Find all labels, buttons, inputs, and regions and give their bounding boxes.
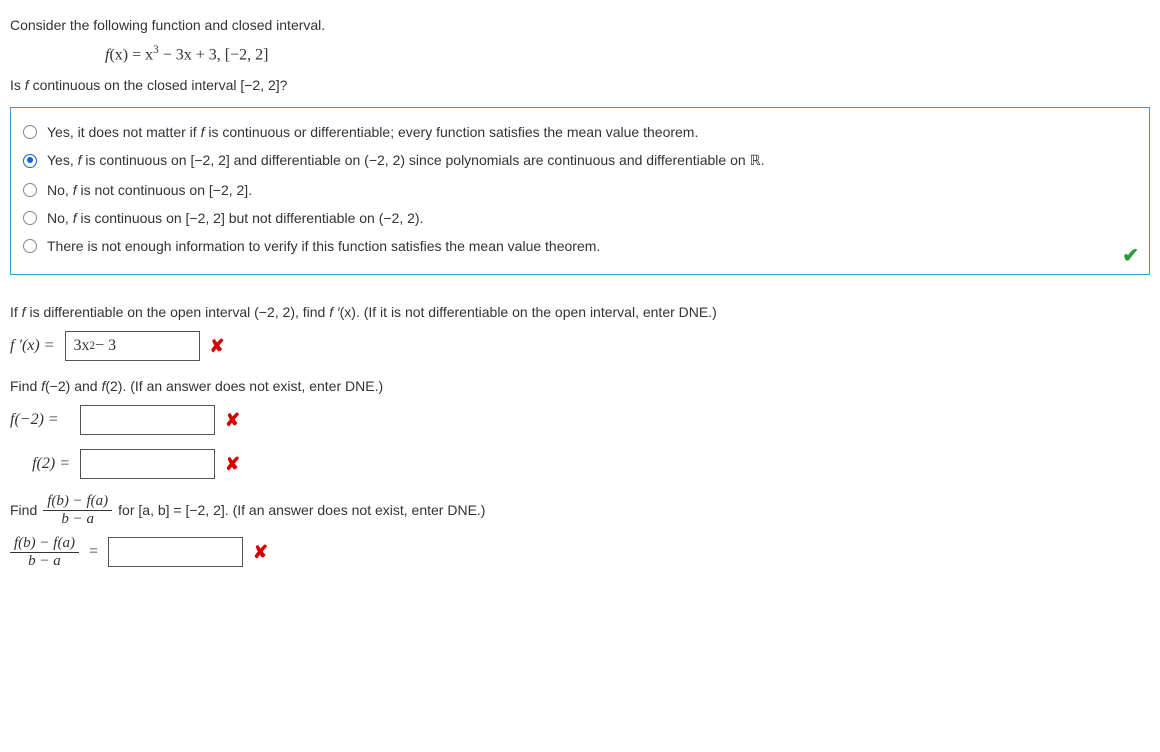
option-4[interactable]: No, f is continuous on [−2, 2] but not d…	[23, 204, 1137, 232]
question-fprime: If f is differentiable on the open inter…	[10, 301, 1150, 323]
option-label: No, f is continuous on [−2, 2] but not d…	[47, 210, 423, 226]
cross-icon: ✘	[253, 542, 268, 563]
slope-answer-row: f(b) − f(a) b − a = ✘	[10, 535, 1150, 569]
function-definition: f(x) = x3 − 3x + 3, [−2, 2]	[105, 42, 1150, 68]
fprime-input[interactable]: 3x2 − 3	[65, 331, 200, 361]
option-3[interactable]: No, f is not continuous on [−2, 2].	[23, 176, 1137, 204]
radio-icon[interactable]	[23, 125, 37, 139]
radio-icon[interactable]	[23, 183, 37, 197]
intro-text: Consider the following function and clos…	[10, 14, 1150, 36]
option-label: There is not enough information to verif…	[47, 238, 600, 254]
f2-label: f(2) =	[10, 455, 70, 473]
fraction-label: f(b) − f(a) b − a	[10, 535, 79, 569]
fneg2-input[interactable]	[80, 405, 215, 435]
question-continuity: Is f continuous on the closed interval […	[10, 74, 1150, 96]
option-1[interactable]: Yes, it does not matter if f is continuo…	[23, 118, 1137, 146]
equals-sign: =	[89, 543, 98, 561]
cross-icon: ✘	[225, 454, 240, 475]
fraction-expr: f(b) − f(a) b − a	[43, 493, 112, 527]
check-icon: ✔	[1122, 243, 1139, 268]
f2-input[interactable]	[80, 449, 215, 479]
cross-icon: ✘	[210, 336, 225, 357]
option-label: Yes, it does not matter if f is continuo…	[47, 124, 698, 140]
option-label: No, f is not continuous on [−2, 2].	[47, 182, 252, 198]
fprime-label: f ′(x) =	[10, 337, 55, 355]
options-group: Yes, it does not matter if f is continuo…	[10, 107, 1150, 275]
option-label: Yes, f is continuous on [−2, 2] and diff…	[47, 152, 765, 170]
question-fvalues: Find f(−2) and f(2). (If an answer does …	[10, 375, 1150, 397]
question-slope: Find f(b) − f(a) b − a for [a, b] = [−2,…	[10, 493, 1150, 527]
radio-icon[interactable]	[23, 239, 37, 253]
fneg2-label: f(−2) =	[10, 411, 70, 429]
fprime-answer-row: f ′(x) = 3x2 − 3 ✘	[10, 331, 1150, 361]
slope-input[interactable]	[108, 537, 243, 567]
fneg2-answer-row: f(−2) = ✘	[10, 405, 1150, 435]
option-5[interactable]: There is not enough information to verif…	[23, 232, 1137, 260]
cross-icon: ✘	[225, 410, 240, 431]
radio-icon[interactable]	[23, 154, 37, 168]
radio-icon[interactable]	[23, 211, 37, 225]
option-2[interactable]: Yes, f is continuous on [−2, 2] and diff…	[23, 146, 1137, 176]
f2-answer-row: f(2) = ✘	[10, 449, 1150, 479]
